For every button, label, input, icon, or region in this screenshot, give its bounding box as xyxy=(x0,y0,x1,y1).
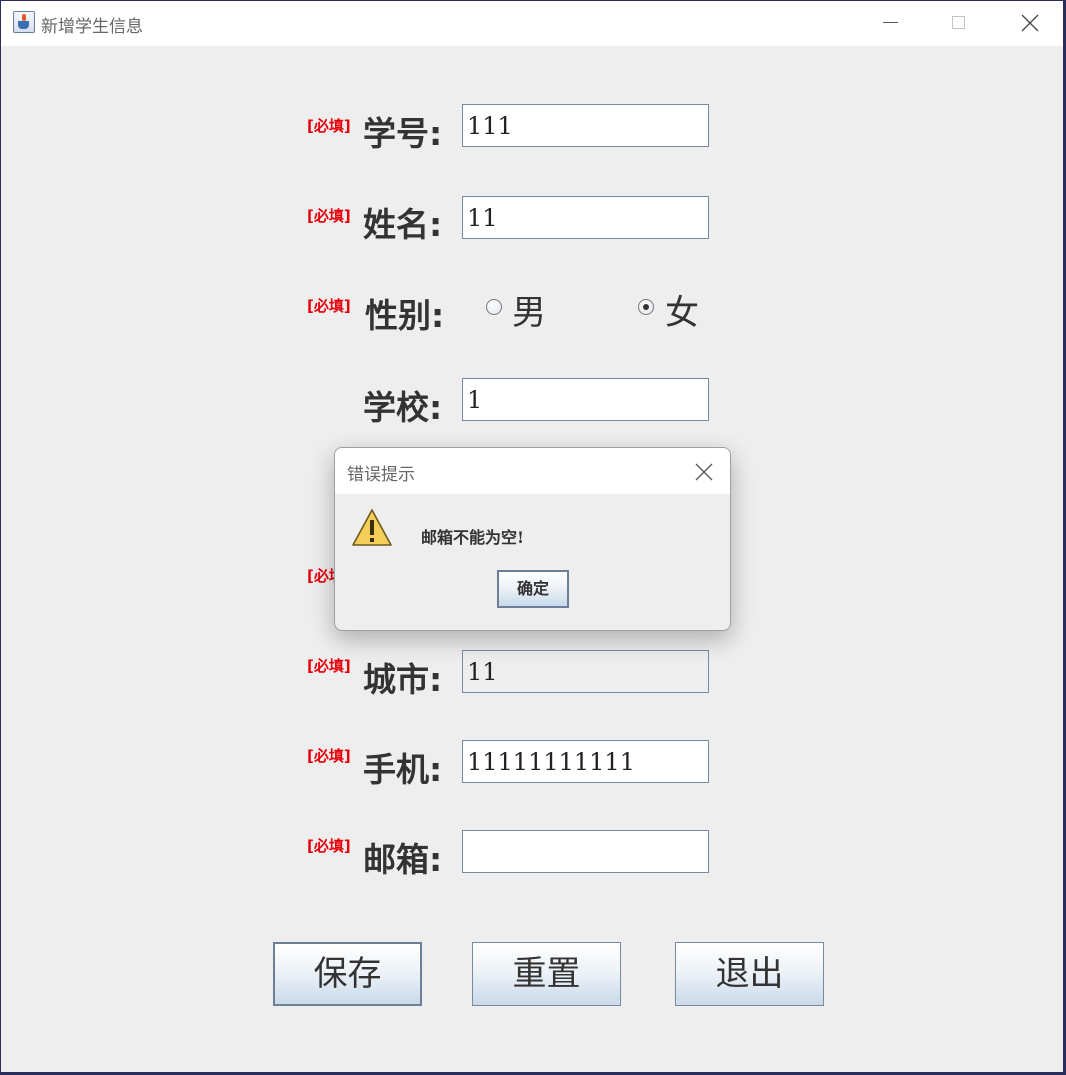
required-mark: [必填] xyxy=(307,657,351,675)
gender-male-radio[interactable] xyxy=(486,299,502,315)
student-id-label: 学号: xyxy=(363,114,443,153)
required-mark: [必填] xyxy=(307,747,351,765)
radio-selected-dot xyxy=(643,304,649,310)
student-id-input[interactable] xyxy=(462,104,709,147)
name-label: 姓名: xyxy=(363,205,443,244)
required-mark: [必填] xyxy=(307,207,351,225)
email-label: 邮箱: xyxy=(363,840,443,879)
gender-label: 性别: xyxy=(365,296,445,335)
window-title: 新增学生信息 xyxy=(41,17,143,37)
error-dialog: 错误提示 邮箱不能为空! 确定 xyxy=(334,447,731,631)
minimize-icon xyxy=(883,22,898,23)
minimize-button[interactable] xyxy=(863,1,919,46)
maximize-button[interactable] xyxy=(931,1,987,46)
dialog-title: 错误提示 xyxy=(347,465,415,485)
gender-female-radio[interactable] xyxy=(638,299,654,315)
required-mark: [必填] xyxy=(307,837,351,855)
gender-male-label[interactable]: 男 xyxy=(512,285,546,334)
java-app-icon xyxy=(13,11,35,33)
dialog-ok-button[interactable]: 确定 xyxy=(497,570,569,608)
dialog-close-button[interactable] xyxy=(692,460,716,484)
close-icon xyxy=(695,463,713,481)
dialog-message: 邮箱不能为空! xyxy=(421,528,525,547)
close-icon xyxy=(1021,14,1039,32)
main-window: 新增学生信息 [必填] 学号: [必填] 姓名: [必填] 性别: 男 女 学校… xyxy=(1,1,1063,1072)
maximize-icon xyxy=(952,16,965,29)
phone-label: 手机: xyxy=(363,750,443,789)
save-button[interactable]: 保存 xyxy=(273,942,422,1006)
dialog-title-bar[interactable]: 错误提示 xyxy=(335,448,730,494)
exit-button[interactable]: 退出 xyxy=(675,942,824,1006)
name-input[interactable] xyxy=(462,196,709,239)
phone-input[interactable] xyxy=(462,740,709,783)
close-button[interactable] xyxy=(1001,1,1057,46)
reset-button[interactable]: 重置 xyxy=(472,942,621,1006)
city-input[interactable] xyxy=(462,650,709,693)
required-mark: [必填] xyxy=(307,297,351,315)
email-input[interactable] xyxy=(462,830,709,873)
school-label: 学校: xyxy=(363,388,443,427)
title-bar[interactable]: 新增学生信息 xyxy=(1,1,1063,46)
gender-female-label[interactable]: 女 xyxy=(665,285,699,334)
school-input[interactable] xyxy=(462,378,709,421)
city-label: 城市: xyxy=(363,660,443,699)
warning-icon xyxy=(352,509,392,546)
required-mark: [必填] xyxy=(307,117,351,135)
